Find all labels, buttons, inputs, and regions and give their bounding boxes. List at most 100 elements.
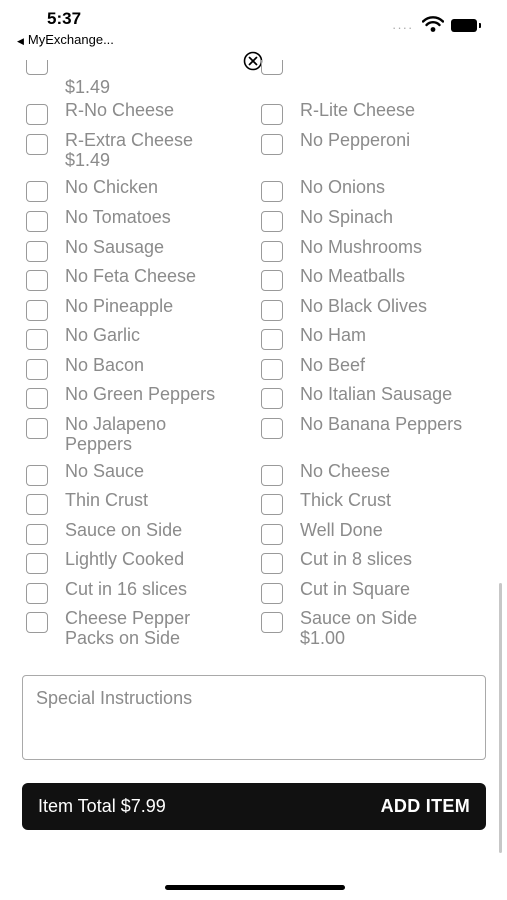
partial-option-price: $1.49 [65,77,111,97]
option-label: No Italian Sausage [300,384,452,404]
home-indicator [165,885,345,890]
option-checkbox[interactable] [26,300,48,321]
wifi-icon [422,16,444,32]
option-label: No Mushrooms [300,237,422,257]
option-label: No Onions [300,177,385,197]
option-checkbox[interactable] [26,241,48,262]
option-label: R-Lite Cheese [300,100,415,120]
add-item-button[interactable]: Item Total $7.99 ADD ITEM [22,783,486,830]
option-label: R-No Cheese [65,100,174,120]
special-instructions-placeholder: Special Instructions [36,688,193,708]
option-checkbox[interactable] [26,104,48,125]
option-checkbox[interactable] [261,134,283,155]
checkbox-partial-left[interactable] [26,60,48,76]
option-checkbox[interactable] [261,612,283,633]
option-checkbox[interactable] [26,270,48,291]
option-label-line1: No Chicken [65,177,159,197]
close-icon[interactable] [243,51,263,71]
option-label: No Sausage [65,237,164,257]
option-label: No Feta Cheese [65,266,196,286]
option-label-line1: Thin Crust [65,490,149,510]
scrollbar[interactable] [499,583,502,853]
option-label-line1: No Sauce [65,461,145,481]
item-total-label: Item Total $7.99 [38,796,166,816]
option-checkbox[interactable] [26,359,48,380]
option-checkbox[interactable] [26,418,48,439]
option-checkbox[interactable] [26,329,48,350]
option-label-line1: No Ham [300,325,367,345]
option-checkbox[interactable] [261,329,283,350]
option-label-line1: Cheese Pepper [65,608,191,628]
option-label-line1: No Sausage [65,237,165,257]
option-label-line1: Cut in 8 slices [300,549,413,569]
option-label: No Jalapeno Peppers [65,414,166,454]
option-checkbox[interactable] [261,583,283,604]
option-checkbox[interactable] [261,270,283,291]
option-checkbox[interactable] [26,524,48,545]
option-label: No Sauce [65,461,144,481]
option-checkbox[interactable] [26,612,48,633]
option-label: No Pepperoni [300,130,410,150]
option-label-line1: No Banana Peppers [300,414,463,434]
option-checkbox[interactable] [261,465,283,486]
option-checkbox[interactable] [26,494,48,515]
option-label-line1: R-Extra Cheese [65,130,194,150]
back-app-label: MyExchange... [27,32,114,47]
option-checkbox[interactable] [26,583,48,604]
option-label: Thin Crust [65,490,148,510]
option-checkbox[interactable] [261,300,283,321]
option-label-line1: No Mushrooms [300,237,423,257]
option-label: No Chicken [65,177,158,197]
option-label: No Bacon [65,355,144,375]
option-label: Cut in 16 slices [65,579,187,599]
add-item-label: ADD ITEM [380,796,470,816]
option-label: No Beef [300,355,365,375]
option-label: No Black Olives [300,296,427,316]
checkbox-partial-right[interactable] [261,60,283,76]
option-checkbox[interactable] [26,134,48,155]
option-label: No Meatballs [300,266,405,286]
option-label: Sauce on Side $1.00 [300,608,417,648]
option-checkbox[interactable] [26,553,48,574]
option-label: Cut in 8 slices [300,549,412,569]
option-label-line1: No Tomatoes [65,207,171,227]
option-label: No Spinach [300,207,393,227]
option-label-line1: No Pepperoni [300,130,411,150]
option-label: Lightly Cooked [65,549,184,569]
option-label-line1: No Spinach [300,207,394,227]
option-label-line1: No Feta Cheese [65,266,197,286]
option-label-line1: No Cheese [300,461,391,481]
status-time: 5:37 [47,9,82,28]
special-instructions-field[interactable]: Special Instructions [22,675,486,760]
option-label-line1: Thick Crust [300,490,392,510]
option-label: No Ham [300,325,366,345]
option-label-line1: R-Lite Cheese [300,100,416,120]
option-label: Cut in Square [300,579,410,599]
option-checkbox[interactable] [26,465,48,486]
option-checkbox[interactable] [261,359,283,380]
cellular-signal-icon: ···· [392,20,414,35]
option-label: No Cheese [300,461,390,481]
option-checkbox[interactable] [261,524,283,545]
option-label: No Garlic [65,325,140,345]
option-label-line1: R-No Cheese [65,100,175,120]
option-label: Sauce on Side [65,520,182,540]
option-checkbox[interactable] [26,388,48,409]
battery-icon [451,19,481,32]
option-label: No Tomatoes [65,207,171,227]
option-checkbox[interactable] [261,553,283,574]
option-checkbox[interactable] [26,181,48,202]
option-checkbox[interactable] [261,418,283,439]
option-label-line1: No Garlic [65,325,141,345]
option-label-line1: No Beef [300,355,366,375]
option-checkbox[interactable] [261,388,283,409]
back-to-app-link[interactable]: ◀ MyExchange... [17,32,114,47]
option-checkbox[interactable] [261,181,283,202]
option-checkbox[interactable] [26,211,48,232]
option-checkbox[interactable] [261,211,283,232]
option-checkbox[interactable] [261,241,283,262]
option-checkbox[interactable] [261,104,283,125]
option-checkbox[interactable] [261,494,283,515]
option-label: No Green Peppers [65,384,215,404]
option-label-line1: No Jalapeno [65,414,167,434]
